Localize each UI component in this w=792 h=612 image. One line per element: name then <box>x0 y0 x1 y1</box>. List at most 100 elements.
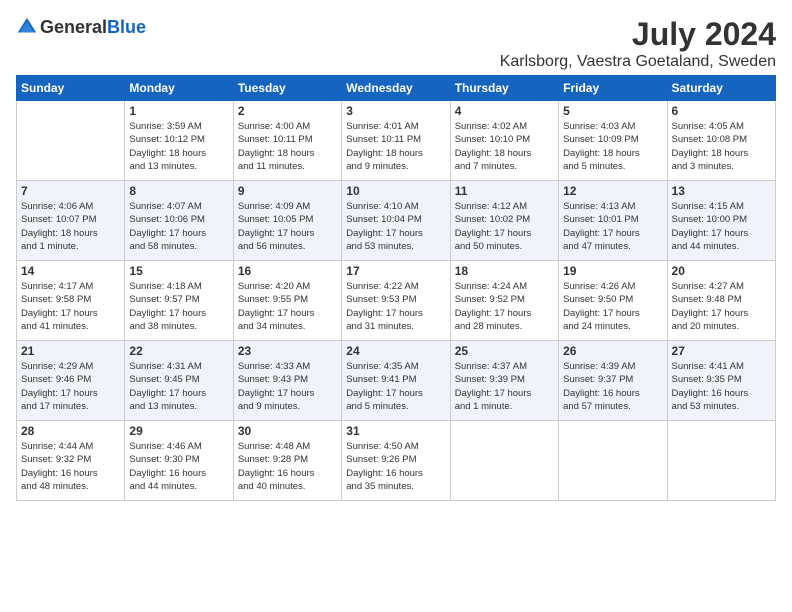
calendar-cell: 8 Sunrise: 4:07 AM Sunset: 10:06 PM Dayli… <box>125 181 233 261</box>
calendar-cell: 19 Sunrise: 4:26 AM Sunset: 9:50 PM Dayli… <box>559 261 667 341</box>
day-info: Sunrise: 4:06 AM Sunset: 10:07 PM Daylig… <box>21 200 120 253</box>
col-header-monday: Monday <box>125 76 233 101</box>
day-number: 16 <box>238 264 337 278</box>
calendar-cell: 24 Sunrise: 4:35 AM Sunset: 9:41 PM Dayli… <box>342 341 450 421</box>
day-number: 5 <box>563 104 662 118</box>
day-number: 28 <box>21 424 120 438</box>
day-info: Sunrise: 4:46 AM Sunset: 9:30 PM Dayligh… <box>129 440 228 493</box>
calendar-cell: 27 Sunrise: 4:41 AM Sunset: 9:35 PM Dayli… <box>667 341 775 421</box>
day-info: Sunrise: 4:26 AM Sunset: 9:50 PM Dayligh… <box>563 280 662 333</box>
calendar-cell: 9Sunrise: 4:09 AM Sunset: 10:05 PM Dayli… <box>233 181 341 261</box>
calendar-cell: 31 Sunrise: 4:50 AM Sunset: 9:26 PM Dayli… <box>342 421 450 501</box>
day-info: Sunrise: 4:07 AM Sunset: 10:06 PM Daylig… <box>129 200 228 253</box>
day-info: Sunrise: 4:18 AM Sunset: 9:57 PM Dayligh… <box>129 280 228 333</box>
day-number: 25 <box>455 344 554 358</box>
day-number: 4 <box>455 104 554 118</box>
day-number: 20 <box>672 264 771 278</box>
calendar-cell: 17 Sunrise: 4:22 AM Sunset: 9:53 PM Dayli… <box>342 261 450 341</box>
day-info: Sunrise: 4:17 AM Sunset: 9:58 PM Dayligh… <box>21 280 120 333</box>
day-info: Sunrise: 4:09 AM Sunset: 10:05 PM Daylig… <box>238 200 337 253</box>
day-info: Sunrise: 4:39 AM Sunset: 9:37 PM Dayligh… <box>563 360 662 413</box>
week-row-3: 14 Sunrise: 4:17 AM Sunset: 9:58 PM Dayli… <box>17 261 776 341</box>
day-number: 7 <box>21 184 120 198</box>
calendar-cell: 10 Sunrise: 4:10 AM Sunset: 10:04 PM Dayl… <box>342 181 450 261</box>
day-number: 22 <box>129 344 228 358</box>
day-number: 31 <box>346 424 445 438</box>
calendar-cell: 20Sunrise: 4:27 AM Sunset: 9:48 PM Dayli… <box>667 261 775 341</box>
day-number: 15 <box>129 264 228 278</box>
day-info: Sunrise: 4:50 AM Sunset: 9:26 PM Dayligh… <box>346 440 445 493</box>
calendar-cell: 26 Sunrise: 4:39 AM Sunset: 9:37 PM Dayli… <box>559 341 667 421</box>
calendar-cell <box>450 421 558 501</box>
day-number: 29 <box>129 424 228 438</box>
day-info: Sunrise: 4:48 AM Sunset: 9:28 PM Dayligh… <box>238 440 337 493</box>
calendar-cell: 18 Sunrise: 4:24 AM Sunset: 9:52 PM Dayli… <box>450 261 558 341</box>
day-info: Sunrise: 4:24 AM Sunset: 9:52 PM Dayligh… <box>455 280 554 333</box>
col-header-wednesday: Wednesday <box>342 76 450 101</box>
day-info: Sunrise: 3:59 AM Sunset: 10:12 PM Daylig… <box>129 120 228 173</box>
day-info: Sunrise: 4:02 AM Sunset: 10:10 PM Daylig… <box>455 120 554 173</box>
calendar-cell: 22 Sunrise: 4:31 AM Sunset: 9:45 PM Dayli… <box>125 341 233 421</box>
day-number: 14 <box>21 264 120 278</box>
day-info: Sunrise: 4:22 AM Sunset: 9:53 PM Dayligh… <box>346 280 445 333</box>
day-number: 27 <box>672 344 771 358</box>
day-info: Sunrise: 4:33 AM Sunset: 9:43 PM Dayligh… <box>238 360 337 413</box>
day-info: Sunrise: 4:41 AM Sunset: 9:35 PM Dayligh… <box>672 360 771 413</box>
calendar-cell: 16 Sunrise: 4:20 AM Sunset: 9:55 PM Dayli… <box>233 261 341 341</box>
day-number: 10 <box>346 184 445 198</box>
title-area: July 2024 Karlsborg, Vaestra Goetaland, … <box>500 16 776 71</box>
day-info: Sunrise: 4:15 AM Sunset: 10:00 PM Daylig… <box>672 200 771 253</box>
day-number: 24 <box>346 344 445 358</box>
day-info: Sunrise: 4:31 AM Sunset: 9:45 PM Dayligh… <box>129 360 228 413</box>
day-info: Sunrise: 4:05 AM Sunset: 10:08 PM Daylig… <box>672 120 771 173</box>
col-header-sunday: Sunday <box>17 76 125 101</box>
day-info: Sunrise: 4:03 AM Sunset: 10:09 PM Daylig… <box>563 120 662 173</box>
calendar-cell: 1 Sunrise: 3:59 AM Sunset: 10:12 PM Dayli… <box>125 101 233 181</box>
calendar-cell: 14 Sunrise: 4:17 AM Sunset: 9:58 PM Dayli… <box>17 261 125 341</box>
day-number: 18 <box>455 264 554 278</box>
calendar-cell <box>559 421 667 501</box>
day-number: 1 <box>129 104 228 118</box>
day-number: 17 <box>346 264 445 278</box>
day-number: 2 <box>238 104 337 118</box>
day-number: 23 <box>238 344 337 358</box>
calendar-cell: 29 Sunrise: 4:46 AM Sunset: 9:30 PM Dayli… <box>125 421 233 501</box>
month-title: July 2024 <box>500 16 776 53</box>
day-info: Sunrise: 4:37 AM Sunset: 9:39 PM Dayligh… <box>455 360 554 413</box>
calendar-cell: 2Sunrise: 4:00 AM Sunset: 10:11 PM Dayli… <box>233 101 341 181</box>
col-header-friday: Friday <box>559 76 667 101</box>
calendar-cell: 12 Sunrise: 4:13 AM Sunset: 10:01 PM Dayl… <box>559 181 667 261</box>
day-number: 12 <box>563 184 662 198</box>
calendar-cell: 21Sunrise: 4:29 AM Sunset: 9:46 PM Dayli… <box>17 341 125 421</box>
week-row-5: 28 Sunrise: 4:44 AM Sunset: 9:32 PM Dayli… <box>17 421 776 501</box>
header-row: SundayMondayTuesdayWednesdayThursdayFrid… <box>17 76 776 101</box>
calendar-cell: 15 Sunrise: 4:18 AM Sunset: 9:57 PM Dayli… <box>125 261 233 341</box>
day-number: 13 <box>672 184 771 198</box>
day-number: 3 <box>346 104 445 118</box>
calendar-cell <box>667 421 775 501</box>
day-info: Sunrise: 4:01 AM Sunset: 10:11 PM Daylig… <box>346 120 445 173</box>
day-number: 30 <box>238 424 337 438</box>
day-number: 8 <box>129 184 228 198</box>
day-info: Sunrise: 4:20 AM Sunset: 9:55 PM Dayligh… <box>238 280 337 333</box>
week-row-1: 1 Sunrise: 3:59 AM Sunset: 10:12 PM Dayli… <box>17 101 776 181</box>
day-info: Sunrise: 4:44 AM Sunset: 9:32 PM Dayligh… <box>21 440 120 493</box>
col-header-thursday: Thursday <box>450 76 558 101</box>
logo: GeneralBlue <box>16 16 146 38</box>
calendar-cell <box>17 101 125 181</box>
week-row-4: 21Sunrise: 4:29 AM Sunset: 9:46 PM Dayli… <box>17 341 776 421</box>
day-info: Sunrise: 4:10 AM Sunset: 10:04 PM Daylig… <box>346 200 445 253</box>
calendar-cell: 4 Sunrise: 4:02 AM Sunset: 10:10 PM Dayli… <box>450 101 558 181</box>
day-info: Sunrise: 4:13 AM Sunset: 10:01 PM Daylig… <box>563 200 662 253</box>
day-number: 19 <box>563 264 662 278</box>
day-info: Sunrise: 4:12 AM Sunset: 10:02 PM Daylig… <box>455 200 554 253</box>
calendar-table: SundayMondayTuesdayWednesdayThursdayFrid… <box>16 75 776 501</box>
logo-icon <box>16 16 38 38</box>
day-number: 11 <box>455 184 554 198</box>
day-number: 26 <box>563 344 662 358</box>
calendar-cell: 5 Sunrise: 4:03 AM Sunset: 10:09 PM Dayli… <box>559 101 667 181</box>
calendar-cell: 6Sunrise: 4:05 AM Sunset: 10:08 PM Dayli… <box>667 101 775 181</box>
day-info: Sunrise: 4:35 AM Sunset: 9:41 PM Dayligh… <box>346 360 445 413</box>
week-row-2: 7 Sunrise: 4:06 AM Sunset: 10:07 PM Dayli… <box>17 181 776 261</box>
logo-blue: Blue <box>107 17 146 37</box>
